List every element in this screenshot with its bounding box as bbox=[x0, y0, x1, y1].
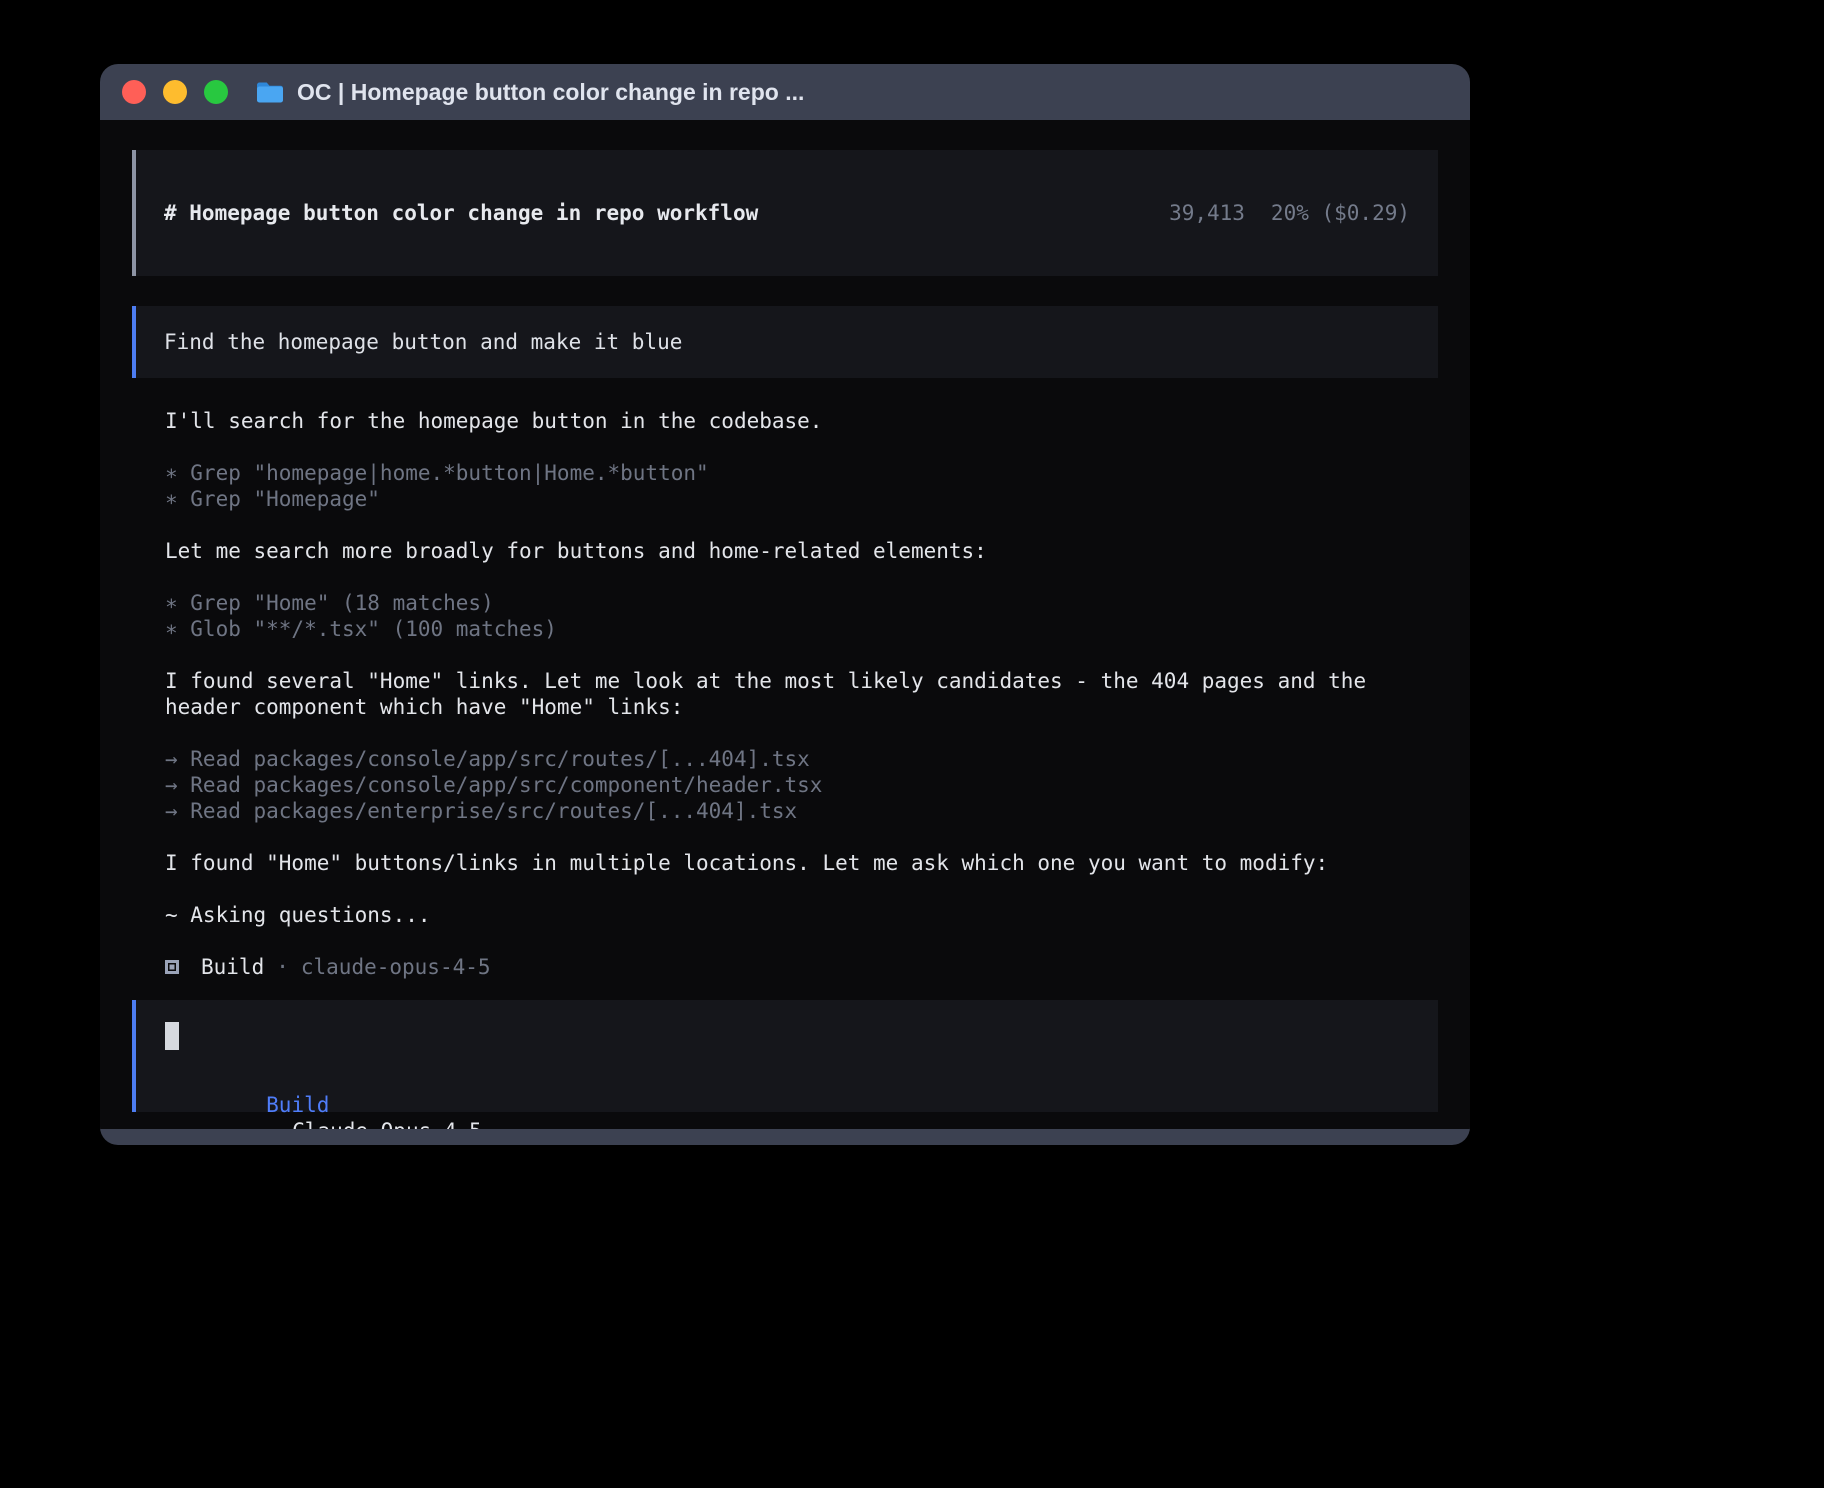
tool-call-glob: ∗ Glob "**/*.tsx" (100 matches) bbox=[165, 616, 1438, 642]
agent-row: Build · claude-opus-4-5 bbox=[165, 954, 1438, 980]
shortcut-agents: tab agents bbox=[1096, 1126, 1222, 1129]
status-asking-questions: ~ Asking questions... bbox=[165, 902, 1438, 928]
agent-name: Build bbox=[201, 954, 264, 980]
assistant-message: I'll search for the homepage button in t… bbox=[165, 408, 1438, 434]
conversation: I'll search for the homepage button in t… bbox=[165, 408, 1438, 980]
spinner-dots: ········ bbox=[145, 1126, 262, 1129]
agent-separator: · bbox=[276, 954, 289, 980]
terminal-content: # Homepage button color change in repo w… bbox=[100, 120, 1470, 1129]
tool-call-read: → Read packages/enterprise/src/routes/[.… bbox=[165, 798, 1438, 824]
minimize-button[interactable] bbox=[163, 80, 187, 104]
tool-call-grep: ∗ Grep "Homepage" bbox=[165, 486, 1438, 512]
esc-label: interrupt bbox=[338, 1127, 452, 1129]
window-title: OC | Homepage button color change in rep… bbox=[297, 79, 804, 106]
traffic-lights bbox=[122, 80, 228, 104]
tool-call-grep: ∗ Grep "Home" (18 matches) bbox=[165, 590, 1438, 616]
shortcut-variants: ctrl+t variants bbox=[880, 1126, 1070, 1129]
terminal-window: OC | Homepage button color change in rep… bbox=[100, 64, 1470, 1145]
folder-icon bbox=[256, 81, 284, 103]
input-meta: Build Claude Opus 4.5 OpenCode Zen bbox=[165, 1066, 1410, 1092]
esc-hint: esc interrupt bbox=[287, 1126, 451, 1129]
tool-call-grep: ∗ Grep "homepage|home.*button|Home.*butt… bbox=[165, 460, 1438, 486]
prompt-input[interactable]: Build Claude Opus 4.5 OpenCode Zen bbox=[132, 1000, 1438, 1112]
zoom-button[interactable] bbox=[204, 80, 228, 104]
session-stats: 39,413 20% ($0.29) bbox=[1068, 174, 1410, 252]
user-message: Find the homepage button and make it blu… bbox=[132, 306, 1438, 378]
status-right: ctrl+t variants tab agents ctrl+p comman… bbox=[880, 1126, 1438, 1129]
tool-call-read: → Read packages/console/app/src/routes/[… bbox=[165, 746, 1438, 772]
esc-key: esc bbox=[287, 1127, 325, 1129]
shortcut-commands: ctrl+p commands bbox=[1248, 1126, 1438, 1129]
assistant-message: Let me search more broadly for buttons a… bbox=[165, 538, 1438, 564]
tool-call-read: → Read packages/console/app/src/componen… bbox=[165, 772, 1438, 798]
session-header: # Homepage button color change in repo w… bbox=[132, 150, 1438, 276]
assistant-message: I found several "Home" links. Let me loo… bbox=[165, 668, 1438, 720]
agent-icon bbox=[165, 960, 179, 974]
input-line[interactable] bbox=[165, 1022, 1410, 1052]
text-cursor bbox=[165, 1022, 179, 1050]
assistant-message: I found "Home" buttons/links in multiple… bbox=[165, 850, 1438, 876]
window-titlebar[interactable]: OC | Homepage button color change in rep… bbox=[100, 64, 1470, 120]
session-title: # Homepage button color change in repo w… bbox=[164, 200, 758, 226]
mode-label: Build bbox=[266, 1093, 329, 1117]
status-bar: ········ esc interrupt ctrl+t variants t… bbox=[132, 1126, 1438, 1129]
context-usage: 20% ($0.29) bbox=[1271, 201, 1410, 225]
close-button[interactable] bbox=[122, 80, 146, 104]
token-count: 39,413 bbox=[1169, 201, 1245, 225]
status-left: ········ esc interrupt bbox=[145, 1126, 452, 1129]
agent-model: claude-opus-4-5 bbox=[301, 954, 491, 980]
